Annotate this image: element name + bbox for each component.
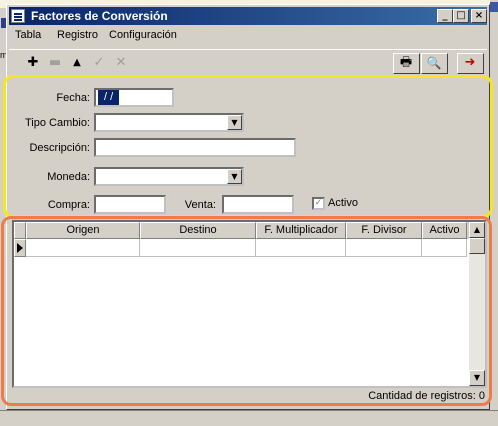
exit-button[interactable]: ➜: [457, 53, 484, 74]
print-button[interactable]: 🖶: [393, 53, 420, 74]
close-button[interactable]: ×: [471, 9, 487, 23]
form-highlight-outline: [3, 75, 493, 218]
maximize-button[interactable]: □: [453, 9, 469, 23]
toolbar: ✚ ▬ ▲ ✓ ✕ 🖶 🔍 ➜: [9, 49, 487, 77]
menu-tabla[interactable]: Tabla: [15, 29, 41, 41]
minus-icon[interactable]: ▬: [45, 54, 65, 72]
exit-arrow-icon: ➜: [464, 55, 476, 70]
cancel-x-icon[interactable]: ✕: [111, 54, 131, 72]
check-icon[interactable]: ✓: [89, 54, 109, 72]
plus-icon[interactable]: ✚: [23, 54, 43, 72]
up-triangle-icon[interactable]: ▲: [67, 54, 87, 72]
menu-bar: Tabla Registro Configuración: [9, 27, 487, 45]
search-icon: 🔍: [426, 56, 442, 70]
minimize-button[interactable]: _: [437, 9, 453, 23]
app-icon[interactable]: [11, 9, 25, 23]
menu-configuracion[interactable]: Configuración: [109, 29, 177, 41]
window-title: Factores de Conversión: [31, 9, 168, 23]
desktop-bottom-strip: [0, 410, 498, 426]
menu-registro[interactable]: Registro: [57, 29, 98, 41]
printer-icon: 🖶: [399, 55, 413, 70]
search-button[interactable]: 🔍: [421, 53, 448, 74]
background-window-icon: [490, 2, 498, 12]
title-bar[interactable]: Factores de Conversión _ □ ×: [9, 7, 487, 25]
grid-highlight-outline: [1, 216, 492, 406]
